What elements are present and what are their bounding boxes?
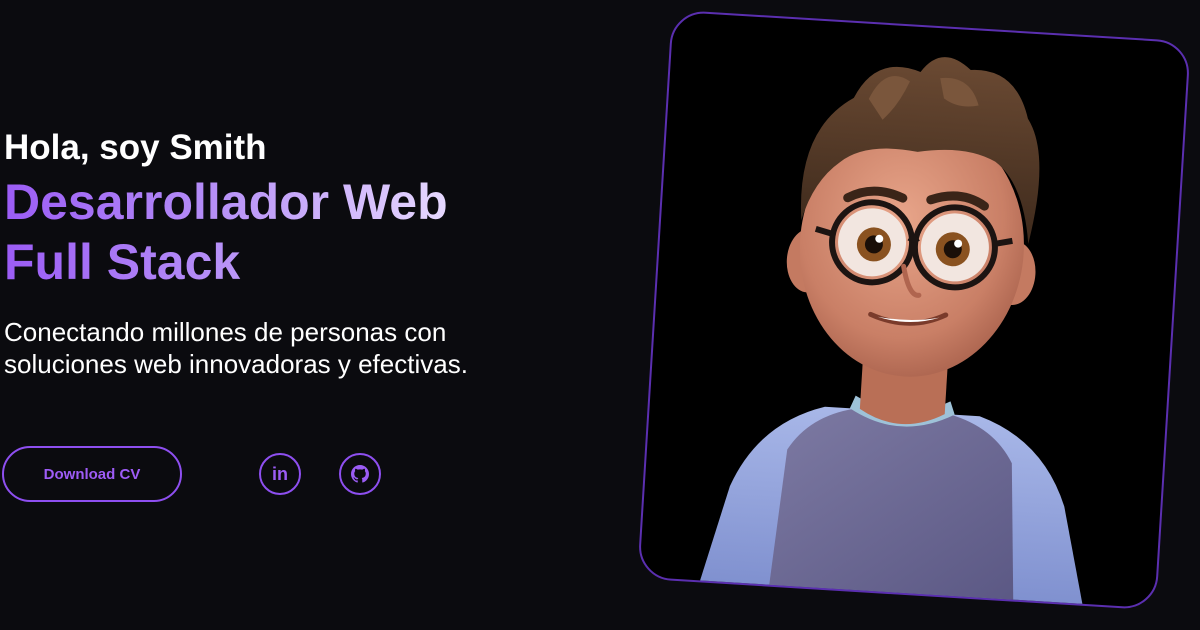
role-line-2: Full Stack <box>4 234 241 290</box>
linkedin-icon: in <box>272 463 288 484</box>
role-line-1: Desarrollador Web <box>4 174 448 230</box>
linkedin-link[interactable]: in <box>259 453 301 495</box>
role-title: Desarrollador Web Full Stack <box>4 172 448 292</box>
tagline: Conectando millones de personas con solu… <box>4 317 468 379</box>
avatar-illustration <box>698 57 1084 608</box>
github-link[interactable] <box>339 453 381 495</box>
hero-text-block: Hola, soy Smith Desarrollador Web Full S… <box>4 126 604 380</box>
greeting-heading: Hola, soy Smith <box>4 128 267 167</box>
avatar-frame <box>637 9 1191 611</box>
github-icon <box>351 465 369 483</box>
hero-actions: Download CV in <box>2 446 381 502</box>
download-cv-button[interactable]: Download CV <box>2 446 182 502</box>
hero-section: Hola, soy Smith Desarrollador Web Full S… <box>0 0 1200 630</box>
